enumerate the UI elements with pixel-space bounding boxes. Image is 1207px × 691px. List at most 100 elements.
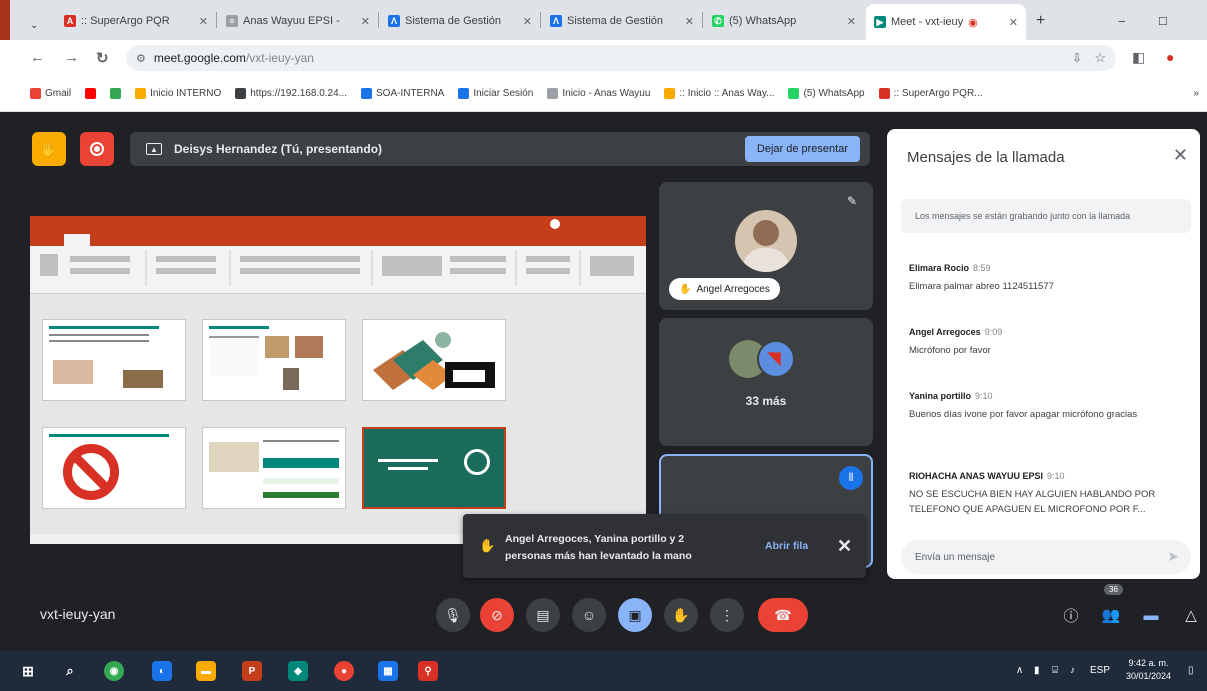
- meeting-info-icon[interactable]: ⓘ: [1058, 602, 1084, 628]
- bookmark-star-icon[interactable]: ☆: [1094, 50, 1106, 66]
- pin-icon[interactable]: ✎: [847, 194, 857, 208]
- bookmark-favicon-icon: [235, 88, 247, 99]
- maximize-button[interactable]: ☐: [1150, 6, 1180, 36]
- windows-taskbar: ⊞ ⌕ ◉ ◐ ▬ P ◆ ● ▦ ⚲ ∧ ▮ ⌸ ♪ ESP 9:42 a. …: [0, 651, 1207, 691]
- tray-app-icon[interactable]: ▮: [1034, 665, 1040, 676]
- site-info-icon[interactable]: ⚙: [136, 52, 146, 65]
- browser-tab[interactable]: Λ Sistema de Gestión ✕: [542, 6, 702, 36]
- presenting-bar: ▲ Deisys Hernandez (Tú, presentando) Dej…: [130, 132, 870, 166]
- url-field[interactable]: ⚙ meet.google.com/vxt-ieuy-yan ⇩ ☆: [126, 45, 1116, 71]
- browser-tab[interactable]: ✆ (5) WhatsApp ✕: [704, 6, 864, 36]
- bookmarks-overflow-icon[interactable]: »: [1193, 88, 1199, 99]
- slide-thumbnail[interactable]: [42, 319, 186, 401]
- edge-icon[interactable]: ◐: [152, 661, 172, 681]
- tray-chevron-icon[interactable]: ∧: [1016, 665, 1023, 676]
- bookmark-item[interactable]: Inicio - Anas Wayuu: [547, 88, 650, 99]
- camera-off-button[interactable]: ⊘: [480, 598, 514, 632]
- slide-thumbnail[interactable]: [202, 319, 346, 401]
- present-screen-icon: ▲: [146, 143, 162, 155]
- app-icon[interactable]: ●: [334, 661, 354, 681]
- search-icon[interactable]: ⌕: [60, 661, 80, 681]
- chat-message: Elimara Rocio 8:59 Elimara palmar abreo 1…: [909, 263, 1179, 294]
- activities-icon[interactable]: △: [1178, 602, 1204, 628]
- more-options-button[interactable]: ⋮: [710, 598, 744, 632]
- present-button[interactable]: ▣: [618, 598, 652, 632]
- microphone-button[interactable]: 🎙: [436, 598, 470, 632]
- tab-close-icon[interactable]: ✕: [685, 15, 694, 28]
- slide-sorter: [30, 294, 646, 534]
- notifications-icon[interactable]: ▯: [1188, 665, 1194, 676]
- minimize-button[interactable]: −: [1110, 6, 1140, 36]
- bookmark-item[interactable]: Gmail: [30, 88, 71, 99]
- tab-list-button[interactable]: ⌄: [30, 10, 54, 40]
- close-icon[interactable]: ✕: [837, 536, 852, 557]
- reload-icon[interactable]: ↻: [96, 49, 109, 67]
- slide-thumbnail[interactable]: [42, 427, 186, 509]
- app-icon[interactable]: ▦: [378, 661, 398, 681]
- file-explorer-icon[interactable]: ▬: [196, 661, 216, 681]
- chat-icon[interactable]: ▬: [1138, 602, 1164, 628]
- people-count-badge: 36: [1104, 584, 1123, 595]
- tab-close-icon[interactable]: ✕: [523, 15, 532, 28]
- recording-indicator-icon[interactable]: [80, 132, 114, 166]
- windows-start-icon[interactable]: ⊞: [18, 661, 38, 681]
- open-queue-button[interactable]: Abrir fila: [765, 540, 808, 552]
- stop-presenting-button[interactable]: Dejar de presentar: [744, 136, 860, 162]
- pdf-reader-icon[interactable]: ⚲: [418, 661, 438, 681]
- avatar: ◥: [757, 340, 795, 378]
- forward-arrow-icon[interactable]: →: [64, 49, 79, 66]
- tab-close-icon[interactable]: ✕: [199, 15, 208, 28]
- send-icon[interactable]: ➤: [1167, 548, 1179, 565]
- volume-icon[interactable]: ♪: [1070, 665, 1075, 676]
- close-icon[interactable]: ✕: [1173, 145, 1188, 166]
- bookmark-item[interactable]: SOA-INTERNA: [361, 88, 444, 99]
- browser-tab[interactable]: ≡ Anas Wayuu EPSI - ✕: [218, 6, 378, 36]
- browser-tab-bar: ⌄ A:: SuperArgo PQR ✕ ≡ Anas Wayuu EPSI - ✕…: [0, 0, 1207, 112]
- back-arrow-icon[interactable]: ←: [30, 49, 45, 66]
- new-tab-button[interactable]: +: [1030, 6, 1056, 36]
- browser-tab-active[interactable]: ▶ Meet - vxt-ieuy ◉ ✕: [866, 4, 1026, 40]
- message-author: Yanina portillo: [909, 391, 972, 401]
- leave-call-button[interactable]: ☎: [758, 598, 808, 632]
- download-icon[interactable]: ⇩: [1072, 51, 1082, 65]
- powerpoint-icon[interactable]: P: [242, 661, 262, 681]
- bookmark-item[interactable]: :: Inicio :: Anas Way...: [664, 88, 774, 99]
- tab-close-icon[interactable]: ✕: [361, 15, 370, 28]
- bookmark-item[interactable]: Inicio INTERNO: [135, 88, 221, 99]
- participant-tile-others[interactable]: ◥ 33 más: [659, 318, 873, 446]
- browser-tab[interactable]: Λ Sistema de Gestión ✕: [380, 6, 540, 36]
- clock[interactable]: 9:42 a. m. 30/01/2024: [1126, 657, 1171, 682]
- bookmark-item[interactable]: [110, 88, 122, 99]
- app-icon[interactable]: ◆: [288, 661, 308, 681]
- side-panel-icon[interactable]: ◧: [1132, 49, 1145, 66]
- tab-close-icon[interactable]: ✕: [847, 15, 856, 28]
- chat-message-input[interactable]: Envía un mensaje ➤: [901, 540, 1191, 574]
- bookmark-item[interactable]: https://192.168.0.24...: [235, 88, 347, 99]
- tab-favicon-icon: Λ: [550, 15, 562, 27]
- bookmark-item[interactable]: :: SuperArgo PQR...: [878, 88, 983, 99]
- bookmark-item[interactable]: [85, 88, 97, 99]
- chrome-icon[interactable]: ◉: [104, 661, 124, 681]
- tab-favicon-icon: Λ: [388, 15, 400, 27]
- slide-thumbnail[interactable]: [202, 427, 346, 509]
- slide-thumbnail-selected[interactable]: [362, 427, 506, 509]
- captions-icon: ▤: [536, 606, 550, 623]
- network-icon[interactable]: ⌸: [1052, 665, 1058, 676]
- slide-thumbnail[interactable]: [362, 319, 506, 401]
- bookmark-item[interactable]: Iniciar Sesión: [458, 88, 533, 99]
- profile-avatar-icon[interactable]: ●: [1166, 49, 1174, 65]
- message-text: Buenos días ivone por favor apagar micró…: [909, 409, 1138, 420]
- raise-hand-button[interactable]: ✋: [664, 598, 698, 632]
- hand-raised-indicator-icon[interactable]: ✋: [32, 132, 66, 166]
- bookmark-item[interactable]: (5) WhatsApp: [788, 88, 865, 99]
- participant-tile-angel[interactable]: ✎ ✋ Angel Arregoces: [659, 182, 873, 310]
- people-icon[interactable]: 👥: [1098, 602, 1124, 628]
- captions-button[interactable]: ▤: [526, 598, 560, 632]
- chat-message: Angel Arregoces 9:09 Micrófono por favor: [909, 327, 1179, 358]
- tab-close-icon[interactable]: ✕: [1009, 16, 1018, 29]
- language-indicator[interactable]: ESP: [1090, 665, 1110, 676]
- browser-tab[interactable]: A:: SuperArgo PQR ✕: [56, 6, 216, 36]
- tab-title: Sistema de Gestión: [405, 15, 501, 27]
- hand-icon: ✋: [672, 606, 690, 623]
- reactions-button[interactable]: ☺: [572, 598, 606, 632]
